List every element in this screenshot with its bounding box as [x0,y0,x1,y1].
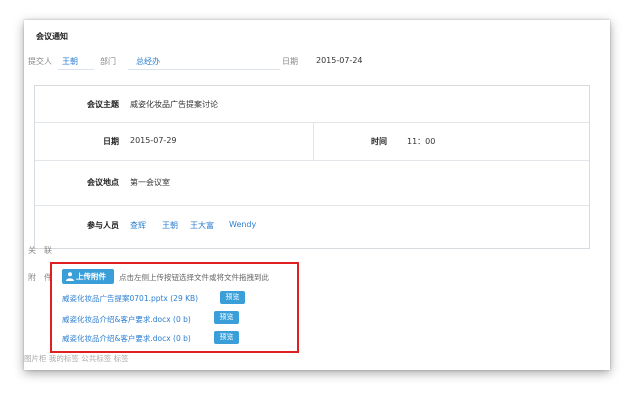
user-upload-icon [66,272,74,281]
preview-button-2[interactable]: 预览 [214,311,239,324]
topic-value: 威姿化妆品广告提案讨论 [130,100,218,109]
topic-row: 会议主题 威姿化妆品广告提案讨论 [35,86,589,123]
location-label: 会议地点 [87,178,119,187]
form-title: 会议通知 [36,32,68,41]
submitter-field[interactable]: 王朝 [62,56,78,67]
meeting-notice-card: 会议通知 提交人 王朝 部门 总经办 日期 2015-07-24 会议主题 威姿… [24,20,610,370]
date-field[interactable]: 2015-07-24 [316,56,363,65]
meeting-date-value: 2015-07-29 [130,136,177,145]
attendees-label: 参与人员 [87,221,119,230]
upload-button-label: 上传附件 [76,272,106,281]
submitter-label: 提交人 [28,57,52,66]
attendee-1[interactable]: 查辉 [130,220,146,231]
attendee-2[interactable]: 王朝 [162,220,178,231]
attendee-3[interactable]: 王大富 [190,220,214,231]
datetime-row: 日期 2015-07-29 时间 11：00 [35,123,589,161]
time-value: 11：00 [407,137,436,146]
time-label: 时间 [371,137,387,146]
attachment-file-3[interactable]: 威姿化妆品介绍&客户要求.docx (0 b) [62,333,191,344]
row-divider [313,123,314,160]
attachment-file-2[interactable]: 威姿化妆品介绍&客户要求.docx (0 b) [62,314,191,325]
date-label: 日期 [282,57,298,66]
preview-button-3[interactable]: 预览 [214,331,239,344]
tags-footer[interactable]: 图片柜 我的标签 公共标签 标签 [24,353,129,364]
upload-hint: 点击左侧上传按钮选择文件或将文件拖拽到此 [119,273,269,282]
meeting-details-table: 会议主题 威姿化妆品广告提案讨论 日期 2015-07-29 时间 11：00 … [34,85,590,249]
location-row: 会议地点 第一会议室 [35,161,589,206]
related-label: 关 联 [28,246,52,255]
dept-label: 部门 [100,57,116,66]
meeting-date-label: 日期 [103,137,119,146]
submitter-underline [58,69,94,70]
attachment-file-1[interactable]: 威姿化妆品广告提案0701.pptx (29 KB) [62,293,198,304]
topic-label: 会议主题 [87,100,119,109]
preview-button-1[interactable]: 预览 [220,291,245,304]
dept-field[interactable]: 总经办 [136,56,160,67]
upload-attachment-button[interactable]: 上传附件 [62,269,114,284]
dept-underline [128,69,280,70]
location-value: 第一会议室 [130,178,170,187]
attendees-row: 参与人员 查辉 王朝 王大富 Wendy [35,206,589,250]
attendee-4[interactable]: Wendy [229,220,256,229]
attachments-label: 附 件 [28,273,52,282]
